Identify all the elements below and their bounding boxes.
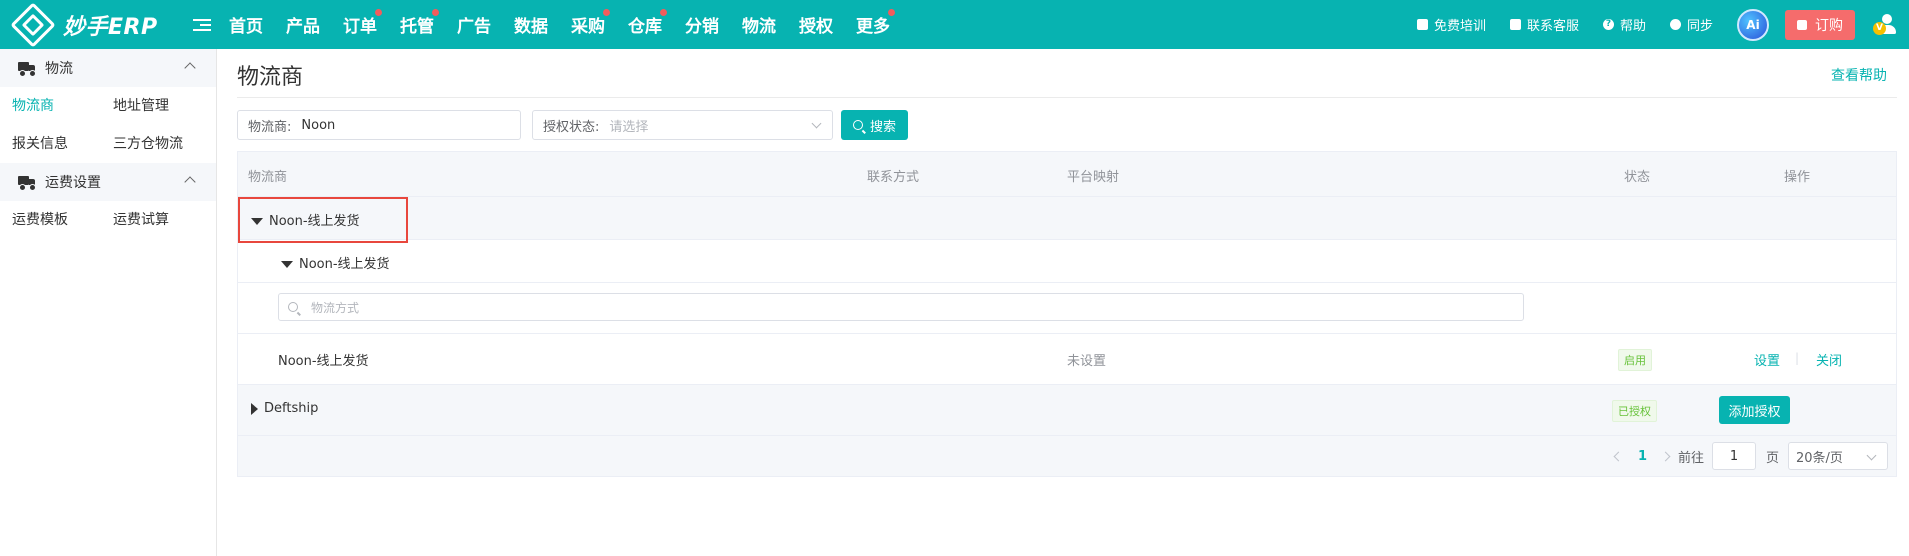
nav-item-hosting[interactable]: 托管 — [400, 9, 439, 37]
nav-item-authorization[interactable]: 授权 — [799, 12, 833, 37]
notification-dot — [603, 9, 610, 16]
caret-down-icon[interactable] — [251, 218, 263, 225]
notification-dot — [432, 9, 439, 16]
nav-item-products[interactable]: 产品 — [286, 12, 320, 37]
mapping-value: 未设置 — [1067, 354, 1107, 369]
group-row-noon[interactable]: Noon-线上发货 — [238, 197, 1896, 243]
nav-item-purchase[interactable]: 采购 — [571, 9, 610, 37]
table-header: 物流商 联系方式 平台映射 状态 操作 — [238, 152, 1896, 197]
sidebar-item-fee-template[interactable]: 运费模板 — [12, 201, 113, 239]
action-separator: | — [1795, 351, 1800, 365]
nav-item-orders[interactable]: 订单 — [343, 9, 382, 37]
sidebar-item-customs-info[interactable]: 报关信息 — [12, 125, 113, 163]
notification-dot — [888, 9, 895, 16]
provider-table: 物流商 联系方式 平台映射 状态 操作 Noon-线上发货 Noon-线上发货 … — [237, 151, 1897, 477]
nav-item-logistics[interactable]: 物流 — [742, 12, 776, 37]
sidebar-item-fee-calculator[interactable]: 运费试算 — [113, 201, 223, 239]
header-mapping: 平台映射 — [1067, 170, 1120, 185]
sidebar-item-address-management[interactable]: 地址管理 — [113, 87, 223, 125]
sidebar-item-logistics-provider[interactable]: 物流商 — [12, 87, 113, 125]
help-link[interactable]: ? 帮助 — [1602, 15, 1646, 34]
menu-toggle-icon[interactable] — [193, 18, 211, 31]
sidebar: 物流 物流商 地址管理 报关信息 三方仓物流 运费设置 运费模板 运费试算 — [0, 49, 217, 556]
logo-text: 妙手ERP — [63, 14, 158, 40]
user-avatar-icon[interactable]: V — [1873, 12, 1899, 38]
goto-page-input[interactable]: 1 — [1712, 442, 1756, 470]
truck-icon — [18, 176, 36, 191]
page-size-select[interactable]: 20条/页 — [1788, 442, 1888, 470]
close-link[interactable]: 关闭 — [1816, 350, 1842, 369]
main-nav: 首页 产品 订单 托管 广告 数据 采购 仓库 分销 物流 授权 更多 — [229, 0, 913, 49]
vip-badge: V — [1873, 21, 1886, 35]
top-right-tools: 免费培训 联系客服 ? 帮助 同步 Ai 订购 V — [1416, 0, 1909, 49]
sidebar-item-third-party-warehouse[interactable]: 三方仓物流 — [113, 125, 223, 163]
free-training-link[interactable]: 免费培训 — [1416, 15, 1486, 34]
page-title: 物流商 — [237, 65, 304, 90]
nav-item-distribution[interactable]: 分销 — [685, 12, 719, 37]
sub-group-row-noon[interactable]: Noon-线上发货 — [238, 240, 1896, 283]
shopping-bag-icon — [1797, 19, 1807, 30]
view-help-link[interactable]: 查看帮助 — [1831, 65, 1887, 85]
contact-service-link[interactable]: 联系客服 — [1509, 15, 1579, 34]
chevron-up-icon — [184, 176, 196, 188]
notification-dot — [375, 9, 382, 16]
status-badge: 启用 — [1618, 349, 1652, 371]
settings-link[interactable]: 设置 — [1754, 350, 1780, 369]
next-page-button[interactable] — [1660, 436, 1671, 476]
nav-item-ads[interactable]: 广告 — [457, 12, 491, 37]
header-provider: 物流商 — [248, 170, 288, 185]
header-contact: 联系方式 — [867, 170, 920, 185]
chevron-up-icon — [184, 62, 196, 74]
logo-icon — [10, 1, 56, 48]
chat-icon — [1509, 19, 1521, 30]
auth-status-select[interactable]: 授权状态: 请选择 — [532, 110, 833, 140]
sidebar-group-shipping-fee[interactable]: 运费设置 — [0, 163, 216, 201]
page-suffix: 页 — [1766, 450, 1780, 466]
search-icon — [852, 120, 863, 130]
sync-link[interactable]: 同步 — [1669, 15, 1713, 34]
add-authorization-button[interactable]: 添加授权 — [1719, 396, 1790, 424]
method-name: Noon-线上发货 — [278, 354, 369, 369]
training-icon — [1416, 19, 1428, 30]
nav-item-home[interactable]: 首页 — [229, 12, 263, 37]
ai-assistant-icon[interactable]: Ai — [1737, 8, 1769, 41]
search-icon — [288, 302, 298, 312]
prev-page-button[interactable] — [1613, 436, 1624, 476]
nav-item-more[interactable]: 更多 — [856, 9, 895, 37]
shipping-method-search-input[interactable]: 物流方式 — [278, 293, 1524, 321]
provider-filter-input[interactable]: 物流商: Noon — [237, 110, 521, 140]
search-button[interactable]: 搜索 — [841, 110, 908, 140]
chevron-left-icon — [1613, 451, 1624, 461]
method-search-row: 物流方式 — [238, 283, 1896, 334]
auth-status-placeholder: 请选择 — [609, 119, 649, 135]
status-badge: 已授权 — [1612, 400, 1657, 422]
header-status: 状态 — [1624, 170, 1651, 185]
nav-item-data[interactable]: 数据 — [514, 12, 548, 37]
header-action: 操作 — [1784, 170, 1811, 185]
chevron-right-icon — [1660, 451, 1671, 461]
chevron-down-icon — [811, 118, 822, 129]
top-navbar: 妙手ERP 首页 产品 订单 托管 广告 数据 采购 仓库 分销 物流 授权 更… — [0, 0, 1909, 49]
question-icon: ? — [1602, 19, 1614, 30]
app-logo[interactable]: 妙手ERP — [10, 1, 177, 48]
page-number-current[interactable]: 1 — [1638, 436, 1647, 476]
notification-dot — [660, 9, 667, 16]
divider — [237, 97, 1897, 98]
caret-down-icon[interactable] — [281, 261, 293, 268]
sync-icon — [1669, 19, 1681, 30]
provider-filter-value: Noon — [301, 117, 336, 133]
goto-label: 前往 — [1678, 450, 1705, 466]
table-row: Noon-线上发货 未设置 启用 设置 | 关闭 — [238, 334, 1896, 385]
caret-right-icon[interactable] — [251, 402, 258, 415]
sidebar-group-logistics[interactable]: 物流 — [0, 49, 216, 87]
pagination: 1 前往 1 页 20条/页 — [238, 436, 1896, 476]
nav-item-warehouse[interactable]: 仓库 — [628, 9, 667, 37]
order-button[interactable]: 订购 — [1785, 9, 1855, 40]
group-row-deftship[interactable]: Deftship 已授权 添加授权 — [238, 385, 1896, 436]
truck-icon — [18, 62, 36, 77]
